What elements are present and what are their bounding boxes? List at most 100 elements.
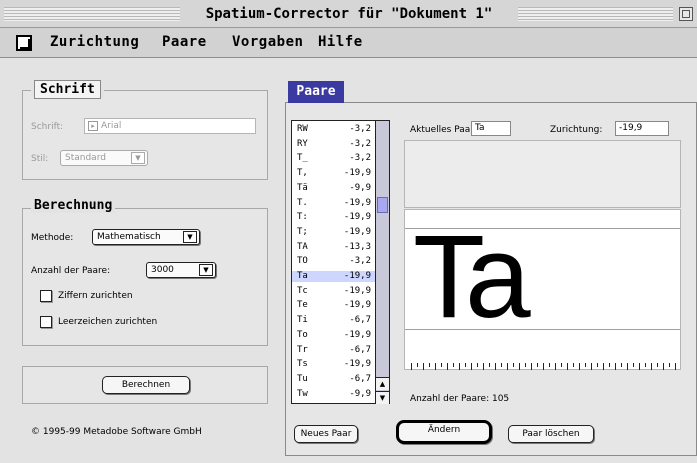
scroll-thumb[interactable]	[377, 197, 388, 213]
ruler-tick	[669, 363, 670, 367]
font-label: Schrift:	[31, 122, 64, 132]
ruler-tick	[423, 363, 424, 370]
pair-list-item[interactable]: T. -19,9	[292, 198, 375, 209]
pair-value: -3,2	[349, 256, 371, 267]
pair-list-item[interactable]: To -19,9	[292, 330, 375, 341]
anzahl-popup[interactable]: 3000 ▼	[146, 262, 216, 278]
pair-value: -6,7	[349, 373, 371, 384]
ziffern-checkbox[interactable]	[40, 290, 52, 302]
anzahl-label: Anzahl der Paare:	[31, 266, 111, 276]
aktuelles-field[interactable]: Ta	[471, 121, 511, 136]
pair-value: -19,9	[343, 212, 371, 223]
pair-name: Ti	[297, 315, 308, 326]
pair-name: Tu	[297, 373, 308, 384]
ruler-tick	[465, 363, 466, 367]
pair-list-item[interactable]: Tr -6,7	[292, 345, 375, 356]
pair-list-scrollbar[interactable]: ▲ ▼	[376, 120, 390, 404]
window-title: Spatium-Corrector für "Dokument 1"	[184, 3, 514, 25]
ruler-tick	[627, 363, 628, 370]
ruler-tick	[561, 363, 562, 367]
ruler-tick	[651, 363, 652, 370]
ruler-tick	[435, 363, 436, 370]
pair-name: T,	[297, 168, 308, 179]
ruler-tick	[519, 363, 520, 370]
neues-paar-button[interactable]: Neues Paar	[294, 425, 358, 443]
pair-list-item[interactable]: RY -3,2	[292, 139, 375, 150]
ruler-tick	[501, 363, 502, 367]
font-field[interactable]: ▸ Arial	[84, 118, 256, 134]
menu-zurichtung[interactable]: Zurichtung	[50, 34, 139, 50]
pair-list-item[interactable]: Ti -6,7	[292, 315, 375, 326]
pair-list-item[interactable]: TA -13,3	[292, 241, 375, 253]
aendern-button[interactable]: Ändern	[396, 420, 492, 444]
zoom-box-icon[interactable]	[679, 7, 693, 21]
ruler-tick	[459, 363, 460, 370]
ruler-tick	[645, 363, 646, 367]
paar-loeschen-button[interactable]: Paar löschen	[508, 425, 594, 443]
berechnen-button[interactable]: Berechnen	[102, 376, 190, 394]
methode-popup[interactable]: Mathematisch ▼	[92, 229, 200, 245]
pair-list-item[interactable]: T; -19,9	[292, 226, 375, 238]
pair-list-item[interactable]: RW -3,2	[292, 124, 375, 135]
ruler-tick	[603, 363, 604, 370]
menu-bar: Zurichtung Paare Vorgaben Hilfe	[0, 28, 697, 58]
zurichtung-label: Zurichtung:	[550, 125, 603, 135]
ruler-tick	[417, 363, 418, 367]
pair-value: -9,9	[349, 182, 371, 193]
stil-popup[interactable]: Standard ▼	[60, 150, 148, 166]
pair-value: -19,9	[343, 226, 371, 237]
methode-label: Methode:	[31, 233, 74, 243]
pair-value: -9,9	[349, 388, 371, 399]
pair-name: Ta	[297, 271, 308, 281]
ruler	[411, 363, 676, 370]
pair-list-item[interactable]: Tc -19,9	[292, 286, 375, 297]
pair-name: RW	[297, 124, 308, 134]
anzahl-value: 3000	[151, 265, 174, 275]
pair-list-item[interactable]: Te -19,9	[292, 300, 375, 311]
ruler-tick	[447, 363, 448, 370]
ruler-tick	[471, 363, 472, 370]
font-picker-icon[interactable]: ▸	[88, 121, 98, 131]
pair-value: -6,7	[349, 315, 371, 326]
copyright-text: © 1995-99 Metadobe Software GmbH	[31, 427, 202, 437]
pair-name: TA	[297, 241, 308, 252]
menu-hilfe[interactable]: Hilfe	[318, 34, 363, 50]
pair-list-item[interactable]: T, -19,9	[292, 168, 375, 179]
pair-list-item[interactable]: Tä -9,9	[292, 182, 375, 194]
ruler-tick	[609, 363, 610, 367]
pair-name: TO	[297, 256, 308, 267]
preview-sample-area: Ta	[404, 209, 681, 370]
menu-vorgaben[interactable]: Vorgaben	[232, 34, 303, 50]
pair-list-item[interactable]: Ts -19,9	[292, 359, 375, 370]
menu-paare[interactable]: Paare	[162, 34, 207, 50]
title-bar[interactable]: Spatium-Corrector für "Dokument 1"	[0, 0, 697, 28]
ruler-tick	[411, 363, 412, 370]
tab-paare[interactable]: Paare	[288, 81, 344, 103]
ruler-tick	[663, 363, 664, 370]
pair-value: -3,2	[349, 153, 371, 164]
pair-name: T_	[297, 153, 308, 164]
pair-list-item[interactable]: T_ -3,2	[292, 153, 375, 164]
ruler-tick	[657, 363, 658, 367]
ruler-tick	[579, 363, 580, 370]
pair-name: Tä	[297, 182, 308, 193]
ruler-tick	[633, 363, 634, 367]
stil-value: Standard	[65, 153, 106, 163]
ruler-tick	[489, 363, 490, 367]
pair-list-item[interactable]: TO -3,2	[292, 256, 375, 267]
pair-list-item[interactable]: Tw -9,9	[292, 388, 375, 400]
pair-list[interactable]: RW -3,2 RY -3,2 T_ -3,2 T, -19,9 Tä -9,9 T. -19,9 T:…	[291, 120, 376, 404]
ruler-tick	[573, 363, 574, 367]
chevron-down-icon: ▼	[183, 231, 197, 243]
leerzeichen-checkbox[interactable]	[40, 316, 52, 328]
pair-list-item[interactable]: Tu -6,7	[292, 373, 375, 385]
scroll-down-icon[interactable]: ▼	[376, 391, 389, 404]
pair-list-item[interactable]: Ta -19,9	[292, 271, 375, 282]
scroll-up-icon[interactable]: ▲	[376, 377, 389, 390]
document-icon[interactable]	[16, 35, 32, 51]
pair-list-item[interactable]: T: -19,9	[292, 212, 375, 223]
zurichtung-field[interactable]: -19,9	[615, 121, 669, 136]
methode-value: Mathematisch	[97, 232, 161, 242]
schrift-group	[22, 90, 268, 180]
preview-upper-area	[404, 140, 681, 208]
